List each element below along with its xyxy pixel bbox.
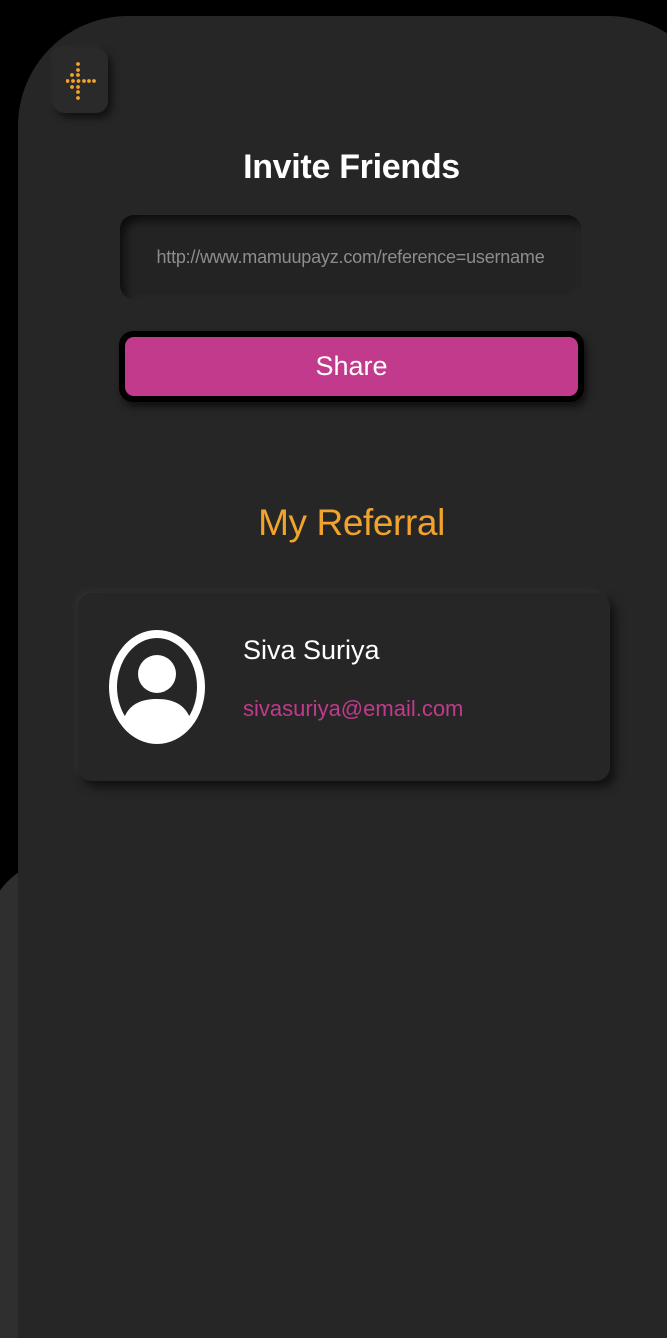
my-referral-heading: My Referral bbox=[258, 502, 445, 543]
share-button[interactable]: Share bbox=[125, 337, 578, 396]
back-button[interactable] bbox=[53, 48, 108, 113]
share-button-frame: Share bbox=[119, 331, 584, 402]
referral-link-input[interactable] bbox=[130, 245, 571, 269]
page-title: Invite Friends bbox=[243, 148, 460, 186]
referral-email: sivasuriya@email.com bbox=[243, 696, 464, 721]
referral-link-field[interactable] bbox=[120, 215, 581, 299]
referral-name: Siva Suriya bbox=[243, 635, 380, 665]
back-arrow-dots-icon bbox=[65, 60, 96, 102]
user-avatar-icon bbox=[108, 629, 206, 745]
referral-card[interactable]: Siva Suriya sivasuriya@email.com bbox=[78, 593, 610, 781]
screen: Invite Friends Share My Referral Siva Su… bbox=[0, 0, 667, 1338]
